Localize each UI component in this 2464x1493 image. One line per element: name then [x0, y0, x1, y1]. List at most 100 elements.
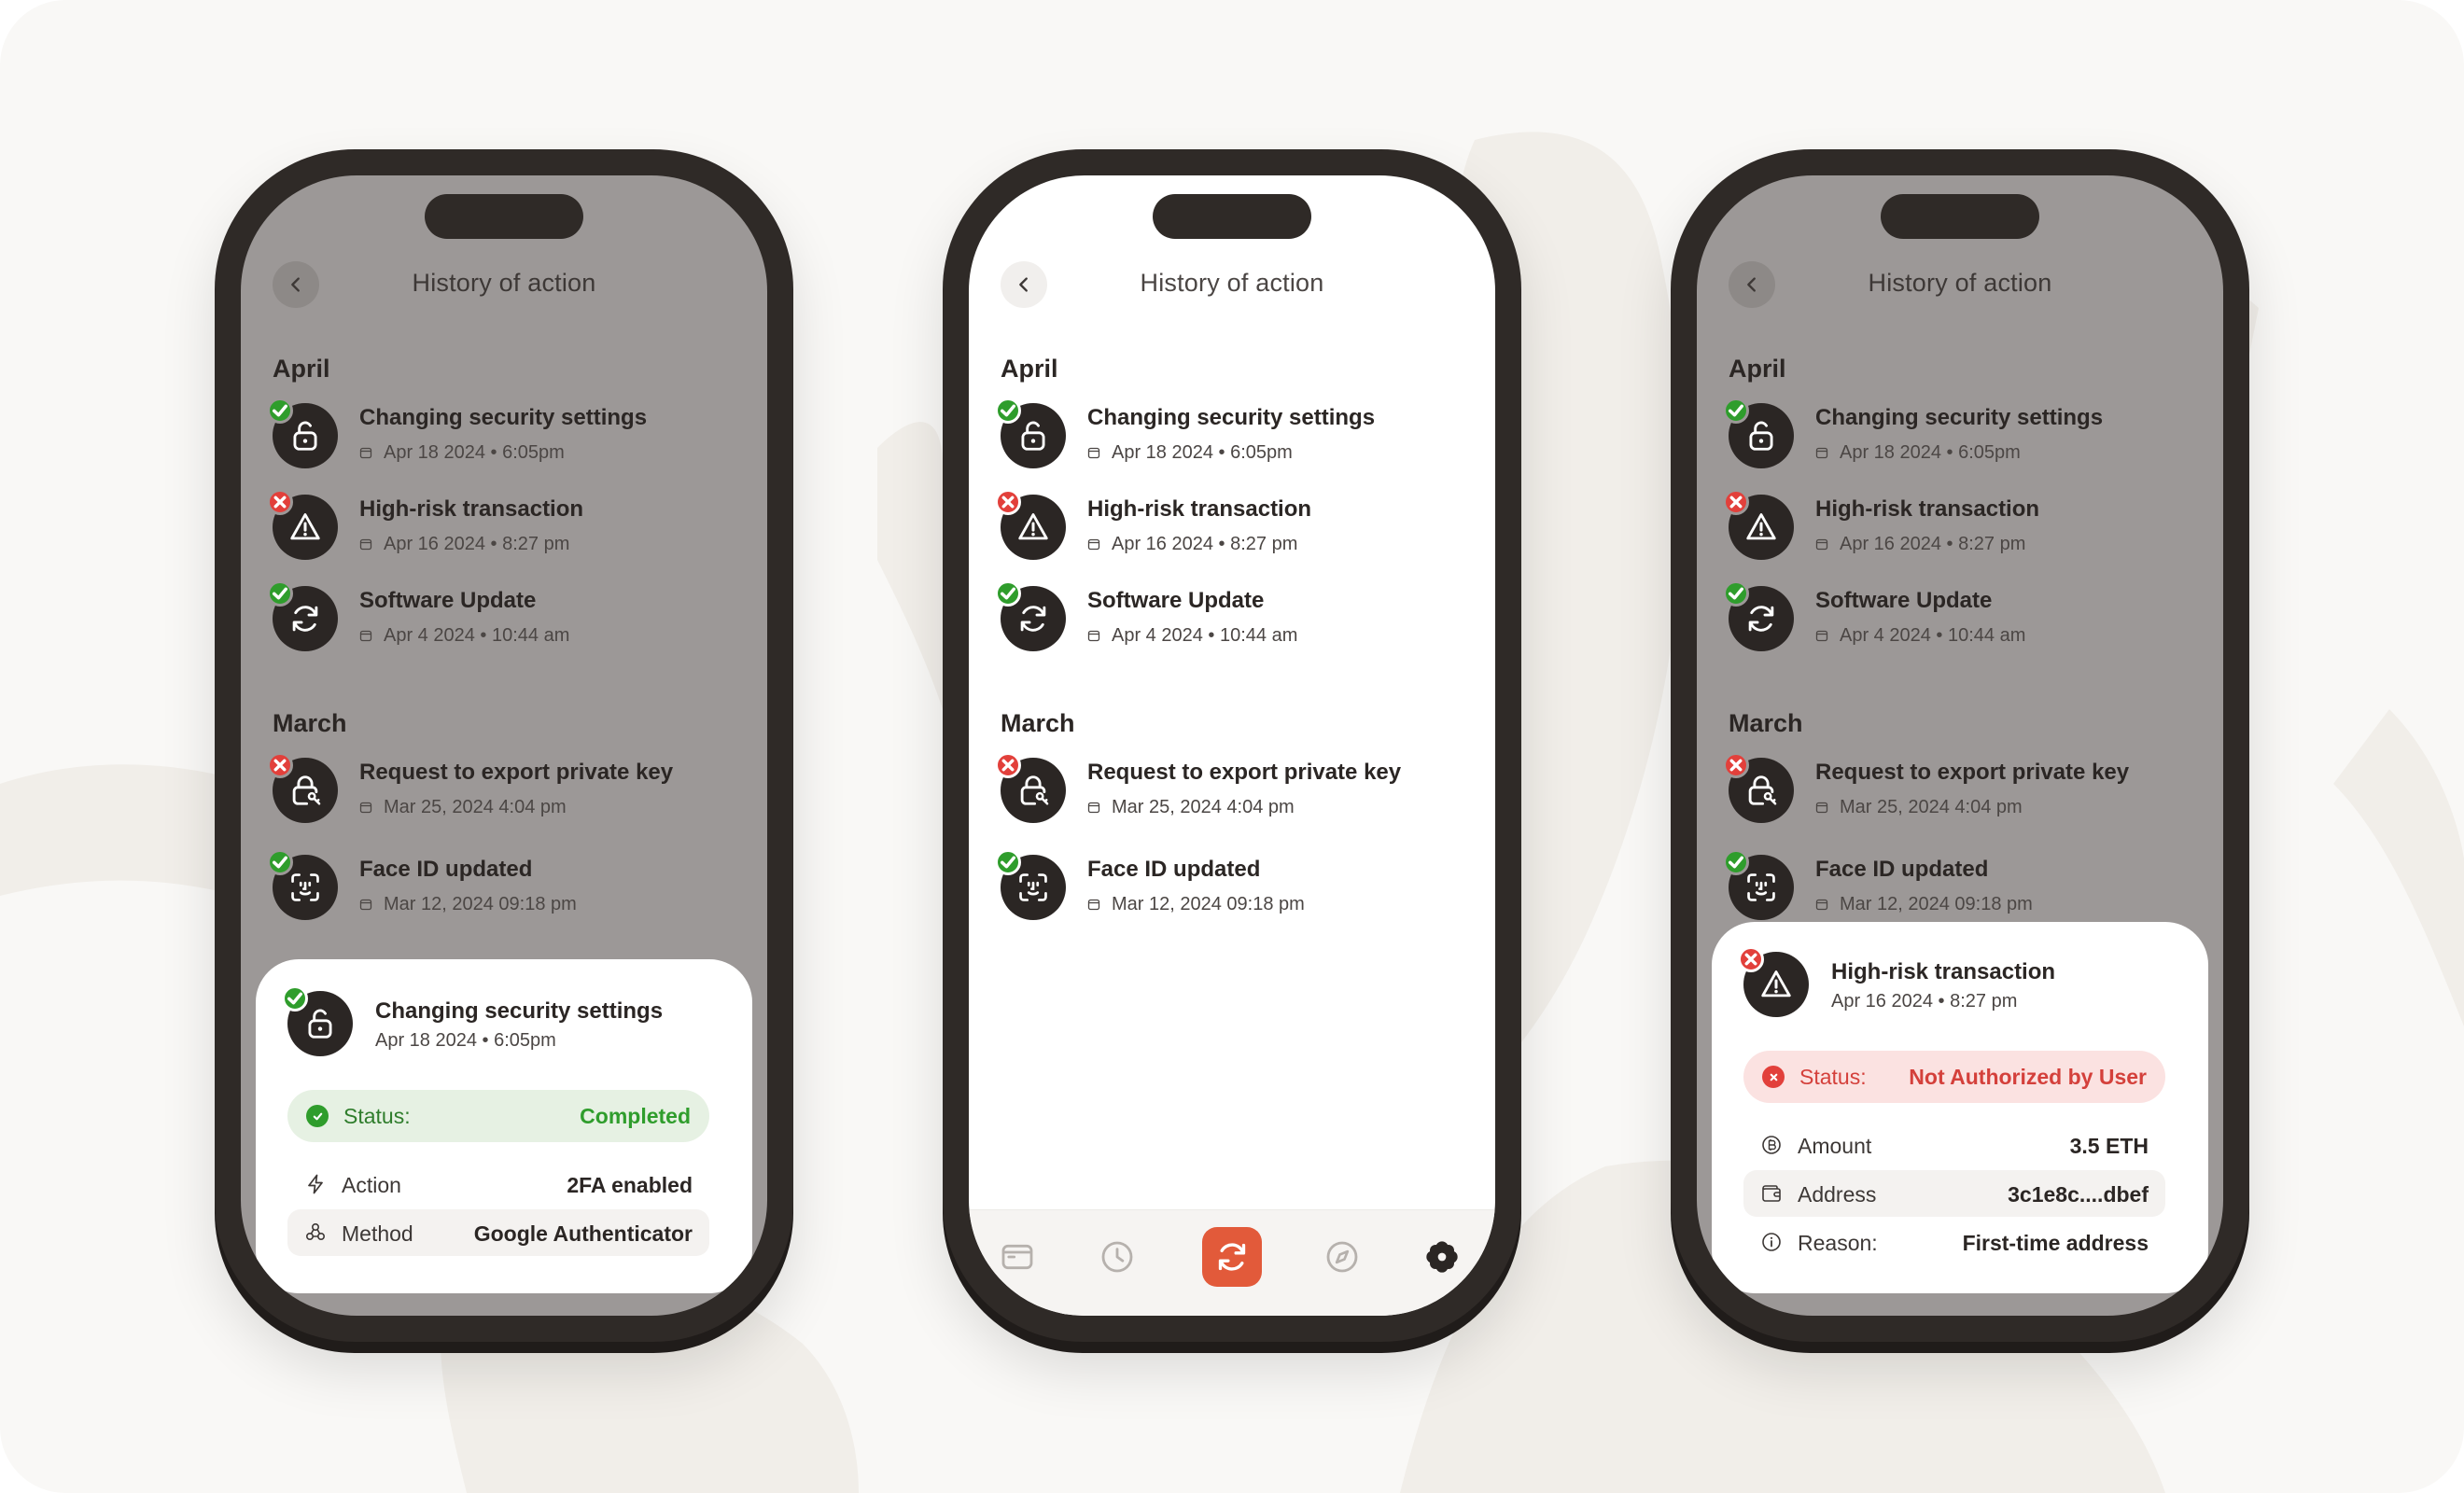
list-item[interactable]: Changing security settings Apr 18 2024 •… [267, 398, 758, 474]
list-item[interactable]: High-risk transaction Apr 16 2024 • 8:27… [995, 489, 1486, 565]
settings-tab[interactable] [1421, 1236, 1463, 1277]
list-item[interactable]: Changing security settings Apr 18 2024 •… [995, 398, 1486, 474]
item-title: Software Update [1087, 588, 1265, 613]
section-title-march: March [273, 709, 347, 737]
lock-key-icon [1723, 752, 1794, 823]
row-label: Address [1798, 1182, 1877, 1207]
section-title-march: March [1001, 709, 1075, 737]
check-badge-icon [1723, 849, 1749, 875]
item-title: Request to export private key [359, 760, 674, 785]
item-title: Software Update [1815, 588, 1993, 613]
item-title: Face ID updated [1815, 857, 1989, 882]
header: History of action [1697, 259, 2223, 308]
item-title: High-risk transaction [1815, 496, 2040, 522]
calendar-icon [359, 538, 372, 551]
list-item[interactable]: Changing security settings Apr 18 2024 •… [1723, 398, 2214, 474]
list-item[interactable]: Software Update Apr 4 2024 • 10:44 am [995, 580, 1486, 657]
unlock-icon [282, 985, 353, 1056]
list-item[interactable]: Face ID updated Mar 12, 2024 09:18 pm [1723, 849, 2214, 926]
item-title: High-risk transaction [1087, 496, 1312, 522]
item-date: Apr 18 2024 • 6:05pm [1815, 442, 2021, 464]
status-badge: Status: Not Authorized by User [1743, 1051, 2165, 1103]
header: History of action [969, 259, 1495, 308]
item-date: Apr 16 2024 • 8:27 pm [359, 534, 569, 555]
item-date: Apr 16 2024 • 8:27 pm [1815, 534, 2025, 555]
list-item[interactable]: High-risk transaction Apr 16 2024 • 8:27… [1723, 489, 2214, 565]
list-item[interactable]: Software Update Apr 4 2024 • 10:44 am [267, 580, 758, 657]
shapes-icon [305, 1222, 326, 1241]
list-item[interactable]: Face ID updated Mar 12, 2024 09:18 pm [995, 849, 1486, 926]
item-title: Changing security settings [1815, 405, 2104, 430]
list-item[interactable]: Software Update Apr 4 2024 • 10:44 am [1723, 580, 2214, 657]
explore-tab[interactable] [1322, 1236, 1363, 1277]
calendar-icon [359, 630, 372, 642]
list-item[interactable]: Request to export private key Mar 25, 20… [1723, 752, 2214, 829]
x-badge-icon [995, 489, 1021, 515]
face-id-icon [995, 849, 1066, 920]
item-date: Mar 12, 2024 09:18 pm [1815, 894, 2033, 915]
item-date: Apr 18 2024 • 6:05pm [1087, 442, 1293, 464]
refresh-icon [1723, 580, 1794, 651]
phone-history-list: History of action April Changing securit… [943, 149, 1521, 1342]
sheet-date: Apr 18 2024 • 6:05pm [375, 1030, 556, 1051]
detail-row-amount: Amount 3.5 ETH [1743, 1122, 2165, 1168]
unlock-icon [995, 398, 1066, 468]
calendar-icon [1087, 802, 1100, 814]
card-icon [1001, 1244, 1033, 1270]
section-title-april: April [273, 355, 330, 383]
status-badge: Status: Completed [287, 1090, 709, 1142]
detail-row-action: Action 2FA enabled [287, 1161, 709, 1207]
item-title: Changing security settings [359, 405, 648, 430]
item-date: Apr 4 2024 • 10:44 am [359, 625, 569, 647]
refresh-icon [267, 580, 338, 651]
item-title: Changing security settings [1087, 405, 1376, 430]
status-value: Completed [580, 1104, 691, 1128]
calendar-icon [359, 899, 372, 911]
x-badge-icon [1738, 946, 1764, 972]
row-label: Reason: [1798, 1231, 1878, 1255]
item-title: Face ID updated [359, 857, 533, 882]
row-value: Google Authenticator [473, 1221, 693, 1246]
item-title: Face ID updated [1087, 857, 1261, 882]
coin-icon [1762, 1136, 1781, 1154]
item-date: Mar 12, 2024 09:18 pm [1087, 894, 1305, 915]
status-value: Not Authorized by User [1909, 1065, 2147, 1089]
calendar-icon [1815, 802, 1828, 814]
calendar-icon [1815, 538, 1828, 551]
item-title: Software Update [359, 588, 537, 613]
swap-tab[interactable] [1202, 1227, 1262, 1287]
sheet-title: Changing security settings [375, 998, 664, 1024]
screen: History of action April Changing securit… [241, 175, 767, 1316]
check-circle-icon [306, 1105, 329, 1127]
item-date: Mar 25, 2024 4:04 pm [1087, 797, 1295, 818]
warning-icon [1723, 489, 1794, 560]
item-title: High-risk transaction [359, 496, 584, 522]
wallet-tab[interactable] [997, 1236, 1038, 1277]
detail-row-method: Method Google Authenticator [287, 1209, 709, 1256]
calendar-icon [1815, 899, 1828, 911]
flower-icon [1426, 1241, 1458, 1273]
history-tab[interactable] [1097, 1236, 1138, 1277]
info-icon [1762, 1233, 1781, 1251]
row-value: First-time address [1962, 1231, 2149, 1255]
check-badge-icon [267, 398, 293, 424]
calendar-icon [1087, 538, 1100, 551]
wallet-icon [1762, 1185, 1781, 1202]
x-circle-icon [1762, 1066, 1785, 1088]
x-badge-icon [1723, 752, 1749, 778]
list-item[interactable]: Request to export private key Mar 25, 20… [267, 752, 758, 829]
page-title: History of action [1140, 269, 1324, 297]
calendar-icon [1815, 447, 1828, 459]
status-label: Status: [343, 1104, 411, 1128]
bolt-icon [308, 1174, 323, 1194]
list-item[interactable]: High-risk transaction Apr 16 2024 • 8:27… [267, 489, 758, 565]
dynamic-island [1153, 194, 1311, 239]
list-item[interactable]: Request to export private key Mar 25, 20… [995, 752, 1486, 829]
item-title: Request to export private key [1087, 760, 1402, 785]
warning-icon [995, 489, 1066, 560]
row-label: Action [342, 1173, 401, 1197]
item-date: Apr 18 2024 • 6:05pm [359, 442, 565, 464]
phone-completed-detail: History of action April Changing securit… [215, 149, 793, 1342]
list-item[interactable]: Face ID updated Mar 12, 2024 09:18 pm [267, 849, 758, 926]
check-badge-icon [995, 849, 1021, 875]
